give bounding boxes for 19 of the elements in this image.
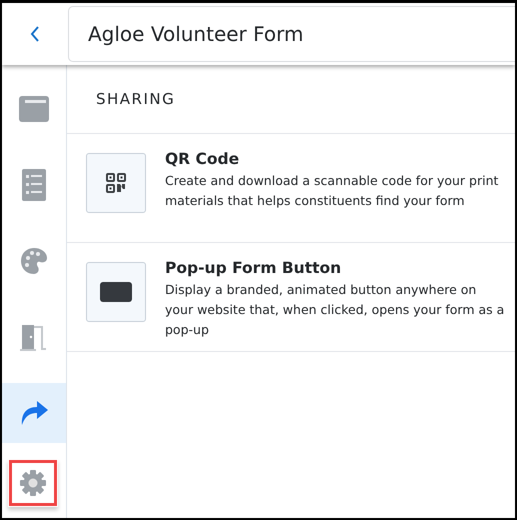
sidebar-item[interactable] [2,383,66,443]
option-title[interactable]: QR Code [165,150,505,168]
share-arrow-icon [20,401,48,425]
form-title: Agloe Volunteer Form [68,6,515,62]
list-icon [22,169,46,201]
button-tile[interactable] [86,262,146,322]
back-icon [29,25,41,43]
section-heading: SHARING [67,65,515,134]
sidebar-item[interactable] [8,459,58,507]
settings-icon [20,470,46,496]
option-title[interactable]: Pop-up Form Button [165,259,505,277]
door-icon [20,323,48,351]
option-description: Display a branded, animated button anywhere on your website that, when clicked, opens your form as a pop-up [165,281,505,339]
qr-code-tile[interactable] [86,153,146,213]
button-shape-icon [100,282,132,302]
palette-icon [21,248,47,274]
window-icon [19,96,49,122]
qr-code-icon [106,173,126,193]
option-description: Create and download a scannable code for your print materials that helps constituents find your form [165,172,500,210]
